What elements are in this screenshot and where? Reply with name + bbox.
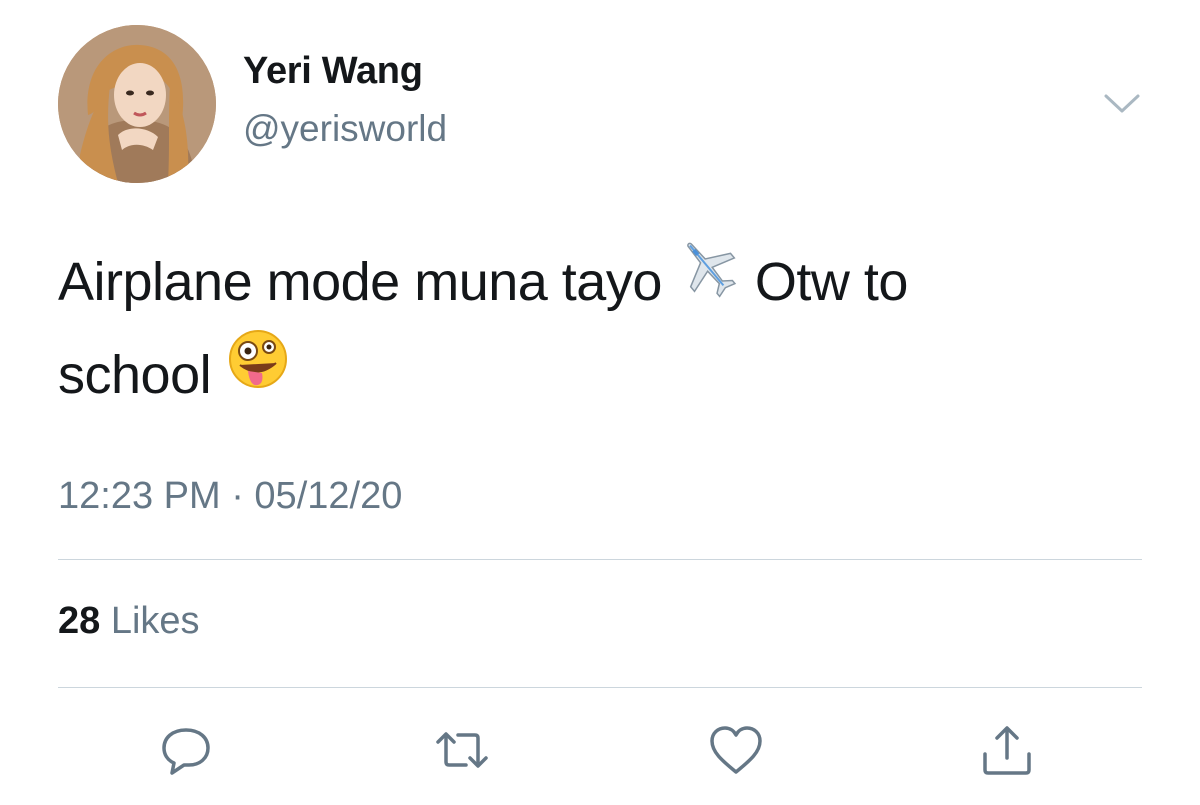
- chevron-down-icon[interactable]: [1100, 88, 1144, 118]
- display-name[interactable]: Yeri Wang: [243, 50, 423, 93]
- likes-label: Likes: [110, 600, 200, 642]
- reply-icon[interactable]: [156, 720, 216, 780]
- user-handle[interactable]: @yerisworld: [243, 108, 447, 150]
- retweet-icon[interactable]: [432, 720, 492, 780]
- tweet-text-part: Airplane mode muna tayo: [58, 252, 662, 312]
- share-icon[interactable]: [977, 720, 1037, 780]
- tweet-timestamp[interactable]: 12:23 PM · 05/12/20: [58, 475, 402, 518]
- divider: [58, 687, 1142, 688]
- likes-count: 28: [58, 600, 101, 642]
- tweet-text-part: Otw to: [754, 252, 909, 312]
- airplane-icon: [676, 235, 740, 325]
- divider: [58, 559, 1142, 560]
- tweet-text-part: school: [58, 344, 212, 405]
- avatar-image: [58, 25, 216, 183]
- likes-stat[interactable]: 28 Likes: [58, 600, 200, 643]
- tweet-text: Airplane mode muna tayo Otw to school: [58, 238, 1148, 423]
- heart-icon[interactable]: [706, 720, 766, 780]
- zany-face-icon: [226, 327, 290, 417]
- avatar[interactable]: [58, 25, 216, 183]
